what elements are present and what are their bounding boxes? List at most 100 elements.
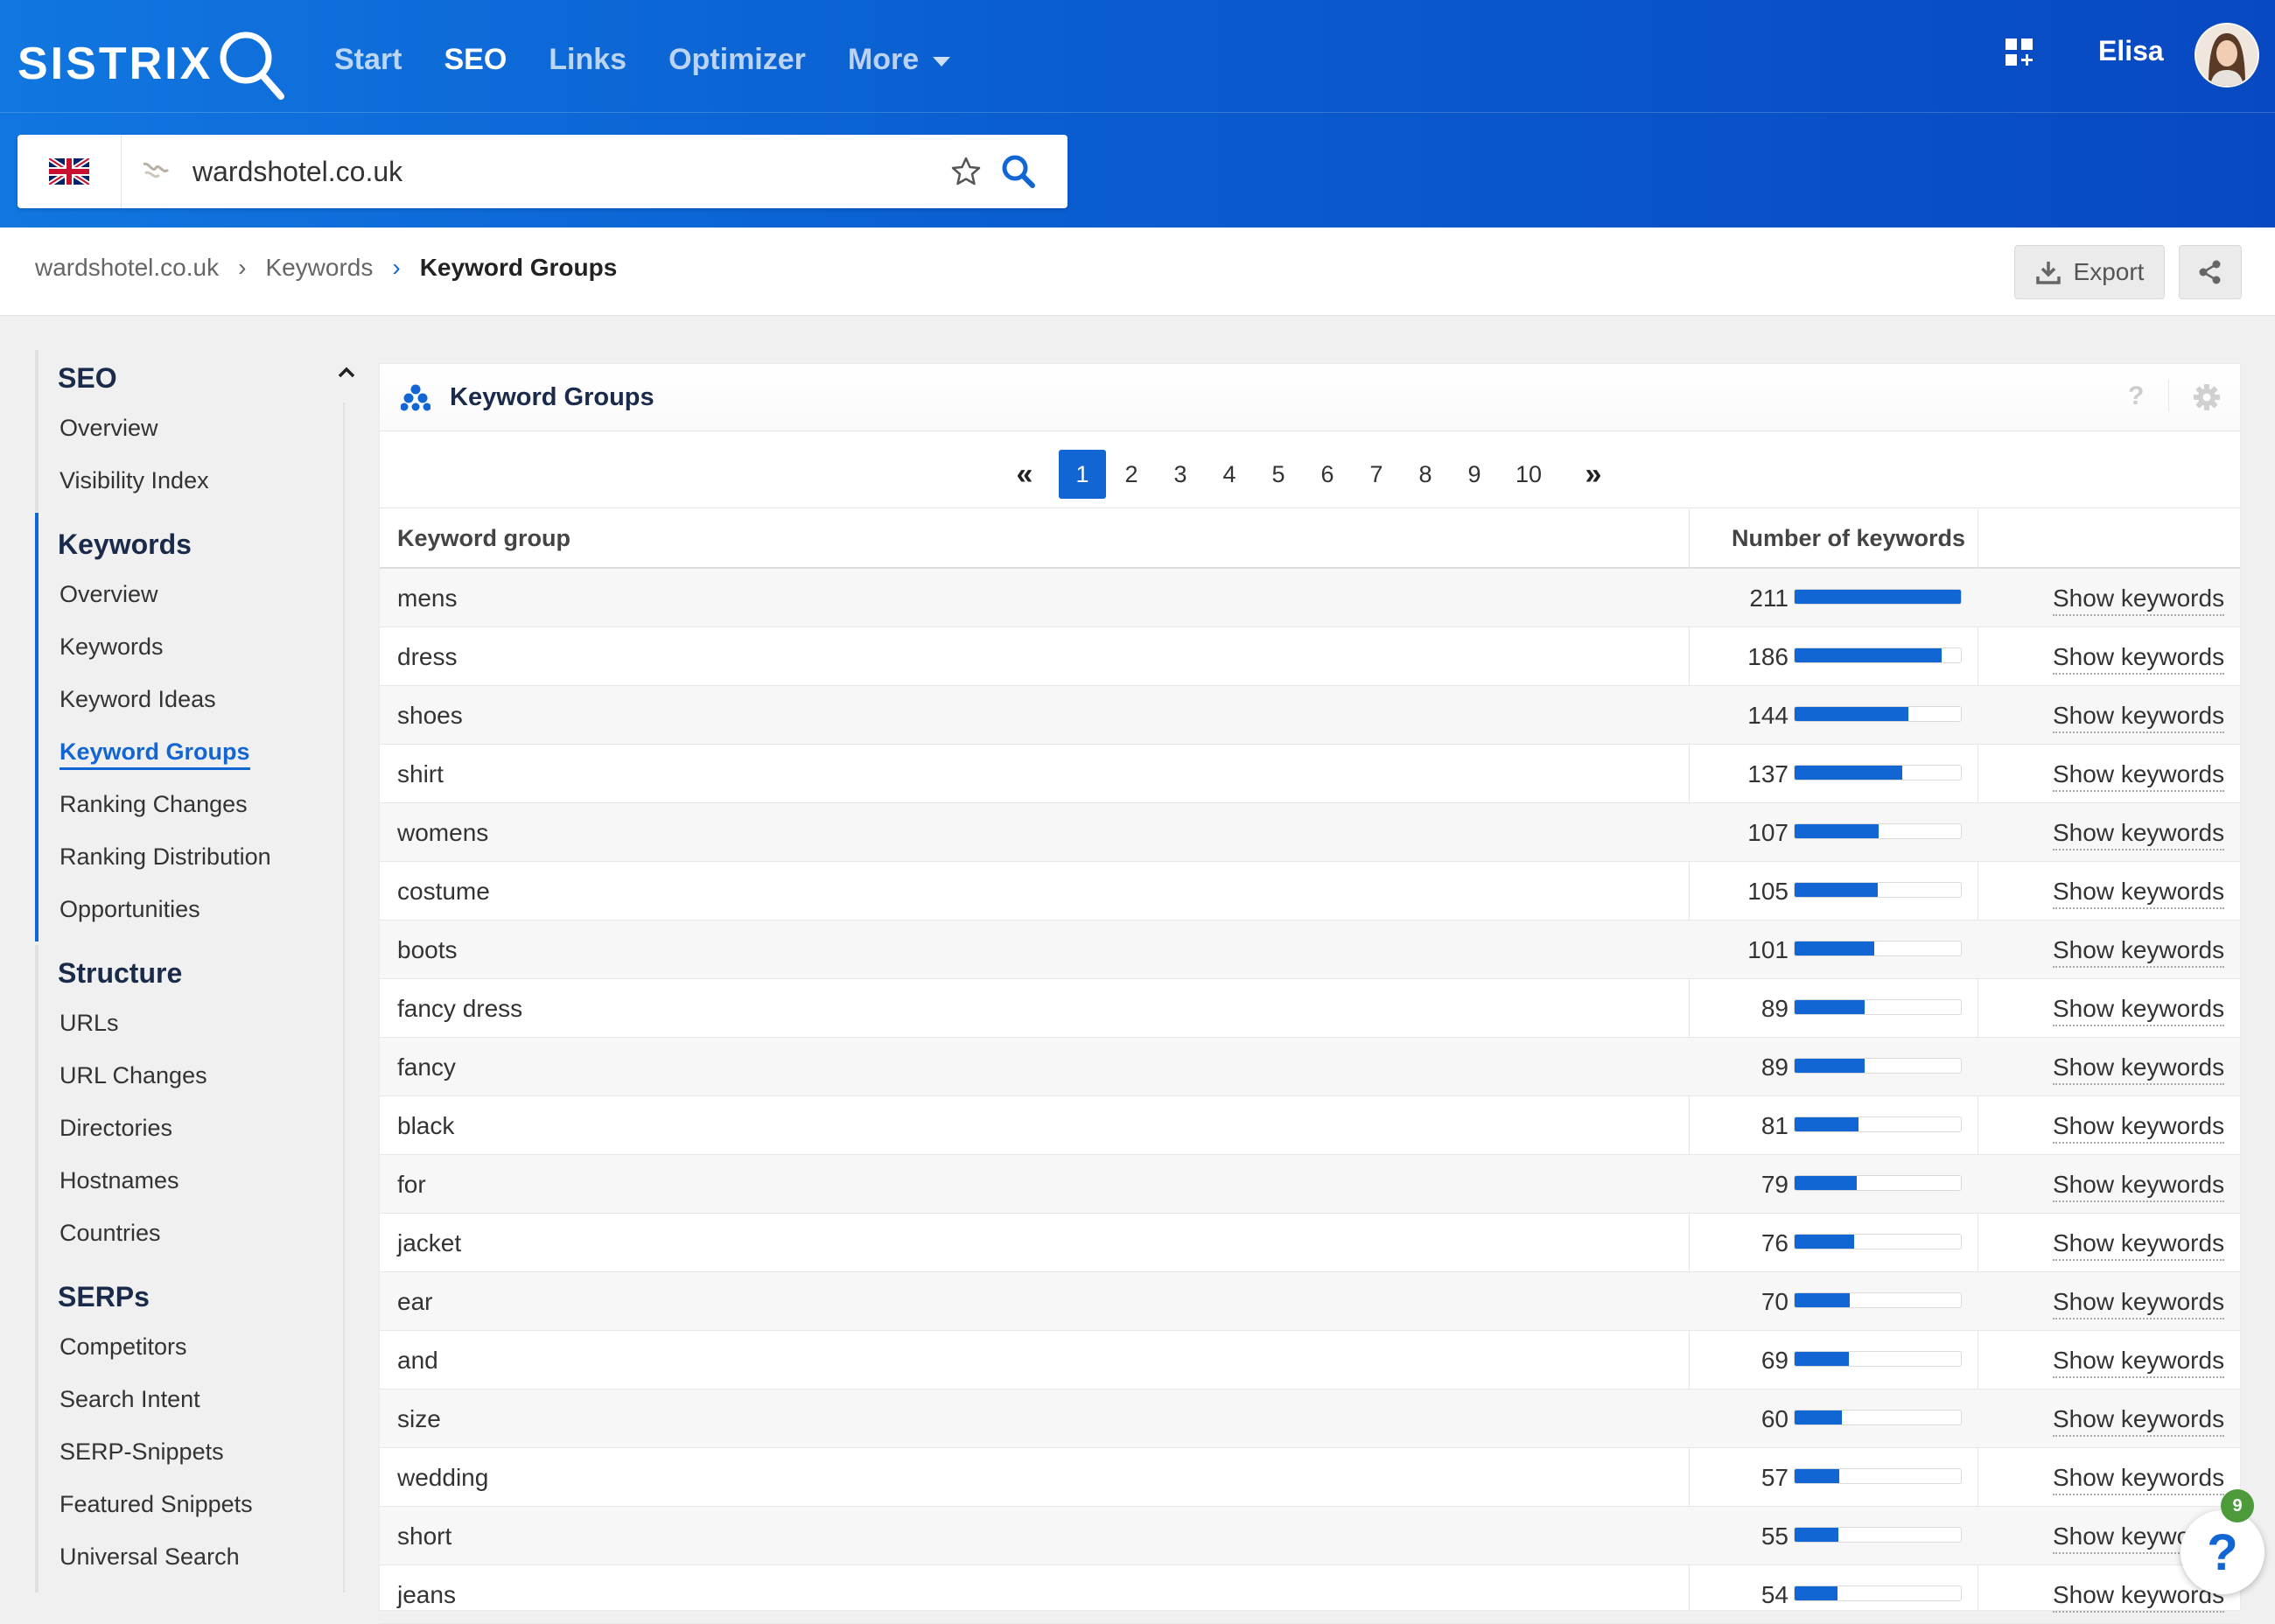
sidebar-item-keyword-groups[interactable]: Keyword Groups: [60, 738, 250, 770]
breadcrumb-current: Keyword Groups: [419, 254, 618, 281]
breadcrumb-domain[interactable]: wardshotel.co.uk: [35, 254, 219, 282]
breadcrumb-bar: wardshotel.co.uk › Keywords › Keyword Gr…: [0, 228, 2275, 316]
nav-start[interactable]: Start: [334, 43, 402, 77]
show-keywords-link[interactable]: Show keywords: [2053, 1171, 2225, 1202]
apps-grid-icon[interactable]: [2006, 38, 2034, 66]
export-button[interactable]: Export: [2014, 245, 2165, 299]
sidebar-heading-keywords[interactable]: Keywords: [58, 528, 192, 561]
show-keywords-link[interactable]: Show keywords: [2053, 760, 2225, 792]
keyword-count-cell: 186: [1747, 643, 1788, 670]
show-keywords-link[interactable]: Show keywords: [2053, 819, 2225, 850]
sidebar-item-ranking-distribution[interactable]: Ranking Distribution: [60, 844, 271, 871]
sidebar-item-seo-overview[interactable]: Overview: [60, 415, 158, 442]
sidebar-item-search-intent[interactable]: Search Intent: [60, 1386, 200, 1413]
sidebar-item-featured-snippets[interactable]: Featured Snippets: [60, 1491, 253, 1518]
nav-more[interactable]: More: [848, 43, 951, 77]
keyword-groups-icon: [401, 384, 430, 411]
country-selector[interactable]: [18, 135, 122, 208]
keyword-count-cell: 57: [1760, 1464, 1788, 1491]
keyword-count-bar: [1794, 648, 1962, 663]
keyword-count-bar-fill: [1795, 1293, 1851, 1307]
sidebar-item-competitors[interactable]: Competitors: [60, 1334, 187, 1361]
show-keywords-link[interactable]: Show keywords: [2053, 1347, 2225, 1378]
nav-optimizer[interactable]: Optimizer: [668, 43, 806, 77]
sidebar-item-ranking-changes[interactable]: Ranking Changes: [60, 791, 248, 818]
show-keywords-link[interactable]: Show keywords: [2053, 584, 2225, 616]
pagination-last[interactable]: »: [1570, 450, 1617, 499]
magnifier-logo-icon: [220, 32, 285, 100]
page-9[interactable]: 9: [1451, 450, 1498, 499]
column-header-keyword-group[interactable]: Keyword group: [397, 525, 570, 552]
sidebar-heading-structure[interactable]: Structure: [58, 957, 182, 990]
sidebar-item-keywords-overview[interactable]: Overview: [60, 581, 158, 608]
page-8[interactable]: 8: [1402, 450, 1449, 499]
page-7[interactable]: 7: [1353, 450, 1400, 499]
user-avatar[interactable]: [2194, 23, 2259, 88]
sidebar-item-universal-search[interactable]: Universal Search: [60, 1544, 240, 1571]
help-widget-button[interactable]: ?: [2180, 1510, 2264, 1594]
star-icon[interactable]: [948, 154, 984, 189]
gear-icon[interactable]: [2193, 383, 2221, 411]
keyword-count-cell: 89: [1760, 1054, 1788, 1081]
keyword-count-bar-fill: [1795, 1352, 1850, 1366]
show-keywords-link[interactable]: Show keywords: [2053, 1112, 2225, 1144]
share-button[interactable]: [2179, 245, 2242, 299]
show-keywords-link[interactable]: Show keywords: [2053, 878, 2225, 909]
keyword-count-bar-fill: [1795, 1000, 1866, 1014]
sidebar-item-countries[interactable]: Countries: [60, 1220, 161, 1247]
sidebar-item-url-changes[interactable]: URL Changes: [60, 1062, 207, 1089]
show-keywords-link[interactable]: Show keywords: [2053, 936, 2225, 968]
sidebar-item-keyword-ideas[interactable]: Keyword Ideas: [60, 686, 216, 713]
main-nav: Start SEO Links Optimizer More: [334, 33, 992, 86]
page-10[interactable]: 10: [1505, 450, 1552, 499]
sidebar-item-serp-snippets[interactable]: SERP-Snippets: [60, 1438, 224, 1466]
sidebar-item-keywords[interactable]: Keywords: [60, 634, 164, 661]
sidebar-item-urls[interactable]: URLs: [60, 1010, 119, 1037]
keyword-group-cell: and: [397, 1347, 438, 1374]
keyword-count-cell: 79: [1760, 1171, 1788, 1198]
sidebar-item-opportunities[interactable]: Opportunities: [60, 896, 200, 923]
sistrix-logo[interactable]: SISTRIX: [18, 24, 286, 103]
keyword-count-cell: 211: [1749, 584, 1788, 612]
keyword-count-bar-fill: [1795, 766, 1903, 780]
page-1[interactable]: 1: [1059, 450, 1106, 499]
breadcrumb-keywords[interactable]: Keywords: [265, 254, 373, 282]
user-name[interactable]: Elisa: [2098, 35, 2164, 67]
nav-seo[interactable]: SEO: [444, 43, 507, 77]
show-keywords-link[interactable]: Show keywords: [2053, 1405, 2225, 1437]
keyword-count-bar: [1794, 706, 1962, 722]
show-keywords-link[interactable]: Show keywords: [2053, 1464, 2225, 1495]
search-input[interactable]: wardshotel.co.uk: [192, 152, 402, 191]
show-keywords-link[interactable]: Show keywords: [2053, 995, 2225, 1026]
header-separator: [2168, 380, 2169, 411]
search-icon[interactable]: [999, 152, 1038, 191]
page-4[interactable]: 4: [1206, 450, 1253, 499]
sidebar-item-directories[interactable]: Directories: [60, 1115, 172, 1142]
show-keywords-link[interactable]: Show keywords: [2053, 643, 2225, 675]
show-keywords-link[interactable]: Show keywords: [2053, 702, 2225, 733]
page-2[interactable]: 2: [1108, 450, 1155, 499]
sidebar-heading-seo[interactable]: SEO: [58, 362, 117, 395]
page-6[interactable]: 6: [1304, 450, 1351, 499]
chevron-up-icon[interactable]: [337, 366, 356, 378]
page-3[interactable]: 3: [1157, 450, 1204, 499]
keyword-group-cell: shoes: [397, 702, 463, 729]
table-header: Keyword group Number of keywords: [380, 509, 2240, 569]
keyword-count-bar: [1794, 1468, 1962, 1484]
column-header-number-of-keywords[interactable]: Number of keywords: [1732, 525, 1965, 552]
keyword-count-cell: 137: [1747, 760, 1788, 788]
page-5[interactable]: 5: [1255, 450, 1302, 499]
show-keywords-link[interactable]: Show keywords: [2053, 1054, 2225, 1085]
nav-links[interactable]: Links: [549, 43, 626, 77]
show-keywords-link[interactable]: Show keywords: [2053, 1288, 2225, 1320]
keyword-count-cell: 81: [1760, 1112, 1788, 1139]
domain-search-box[interactable]: wardshotel.co.uk: [18, 135, 1068, 208]
sidebar-heading-serps[interactable]: SERPs: [58, 1281, 150, 1313]
show-keywords-link[interactable]: Show keywords: [2053, 1229, 2225, 1261]
sidebar-item-visibility-index[interactable]: Visibility Index: [60, 467, 209, 494]
pagination-first[interactable]: «: [1001, 450, 1048, 499]
help-icon[interactable]: ?: [2128, 382, 2144, 411]
sidebar-item-hostnames[interactable]: Hostnames: [60, 1167, 179, 1194]
table-row: size 60 Show keywords: [380, 1390, 2240, 1448]
keyword-count-bar: [1794, 882, 1962, 898]
